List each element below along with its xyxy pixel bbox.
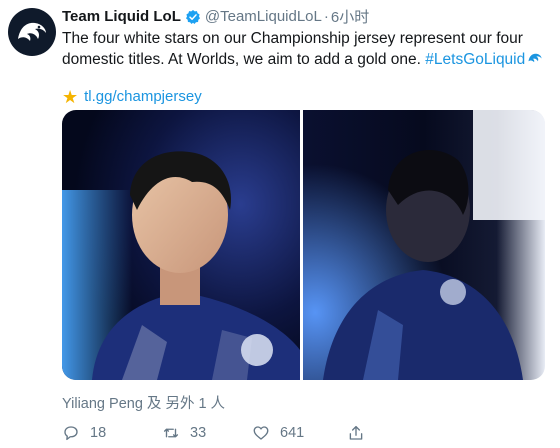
jersey-link[interactable]: tl.gg/champjersey [84,88,202,105]
retweet-count: 33 [190,425,207,441]
tweet-header: Team Liquid LoL @TeamLiquidLoL · 6小时 [62,6,552,27]
like-icon [253,426,269,440]
reply-button[interactable]: 18 [62,424,162,442]
avatar[interactable] [8,8,56,56]
tweet-text: The four white stars on our Championship… [62,28,552,70]
team-liquid-logo-icon [18,22,46,41]
verified-badge-icon [185,9,200,24]
retweet-button[interactable]: 33 [162,424,252,442]
team-liquid-emoji-icon [528,53,542,63]
player-photo-left[interactable] [62,110,300,380]
player-photo-right-image [303,110,545,380]
separator-dot: · [323,8,329,25]
like-count: 641 [280,425,305,441]
player-photo-right[interactable] [303,110,545,380]
media-grid [62,110,545,380]
tweet-actions: 18 33 641 [62,424,532,442]
tweet-time[interactable]: 6小时 [331,6,369,27]
author-name[interactable]: Team Liquid LoL [62,8,181,25]
tweet[interactable]: Team Liquid LoL @TeamLiquidLoL · 6小时 The… [0,0,560,448]
retweet-icon [163,428,179,438]
like-button[interactable]: 641 [252,424,347,442]
link-line: ★ tl.gg/champjersey [62,86,552,107]
share-button[interactable] [347,424,377,442]
reply-icon [64,426,78,441]
tweet-content: Team Liquid LoL @TeamLiquidLoL · 6小时 The… [62,6,552,107]
player-photo-left-image [62,110,300,380]
reply-count: 18 [90,425,107,441]
star-icon: ★ [62,86,79,107]
hashtag-link[interactable]: #LetsGoLiquid [425,51,525,68]
tagged-users[interactable]: Yiliang Peng 及 另外 1 人 [62,392,225,413]
author-handle[interactable]: @TeamLiquidLoL [205,8,322,25]
share-icon [349,425,363,440]
